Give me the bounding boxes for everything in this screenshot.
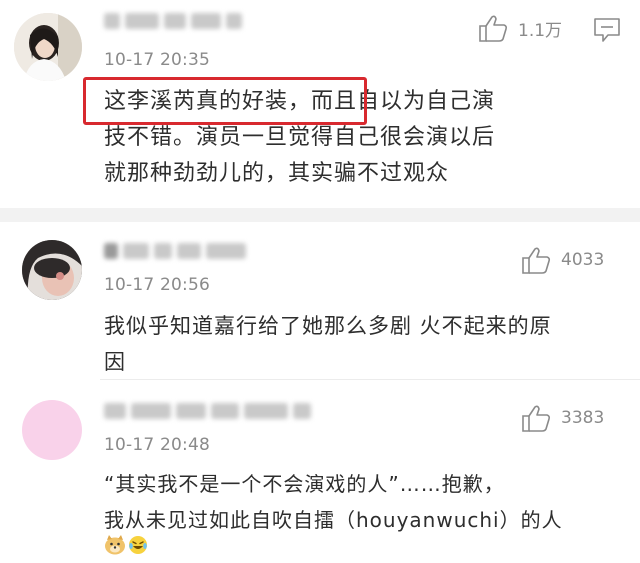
comment-1: 10-17 20:35 1.1万 这李溪芮真的好装，而且自以为自己演 技不错。演… <box>0 0 640 200</box>
comment-timestamp: 10-17 20:35 <box>104 50 210 70</box>
thumbs-up-icon <box>522 405 551 432</box>
thumbs-up-icon <box>522 247 551 274</box>
like-button[interactable]: 4033 <box>521 246 604 274</box>
username-blurred[interactable] <box>104 240 246 262</box>
comment-timestamp: 10-17 20:48 <box>104 435 210 455</box>
emoji-row <box>104 535 148 555</box>
comment-timestamp: 10-17 20:56 <box>104 275 210 295</box>
like-count: 3383 <box>561 408 605 428</box>
section-divider <box>0 208 640 222</box>
comment-text: “其实我不是一个不会演戏的人”……抱歉， 我从未见过如此自吹自擂（houyanw… <box>104 472 563 532</box>
reply-button[interactable] <box>593 17 621 47</box>
avatar[interactable] <box>22 400 82 460</box>
like-button[interactable]: 1.1万 <box>478 14 562 42</box>
avatar-photo-icon <box>14 13 82 81</box>
username-blurred[interactable] <box>104 400 311 422</box>
red-highlight-box <box>83 77 367 125</box>
like-count: 4033 <box>561 250 605 270</box>
like-button[interactable]: 3383 <box>521 404 604 432</box>
like-count: 1.1万 <box>518 20 563 41</box>
avatar-photo-icon <box>22 240 82 300</box>
laugh-cry-emoji-icon <box>129 536 147 554</box>
comment-text: 我似乎知道嘉行给了她那么多剧 火不起来的原 因 <box>104 314 552 374</box>
doge-emoji-icon <box>105 535 125 555</box>
username-blurred[interactable] <box>104 10 242 32</box>
avatar[interactable] <box>14 13 82 81</box>
avatar[interactable] <box>22 240 82 300</box>
thumbs-up-icon <box>479 15 508 42</box>
comment-2: 10-17 20:56 4033 我似乎知道嘉行给了她那么多剧 火不起来的原 因 <box>0 222 640 374</box>
comment-icon <box>594 18 620 42</box>
comment-3: 10-17 20:48 3383 “其实我不是一个不会演戏的人”……抱歉， 我从… <box>0 380 640 563</box>
